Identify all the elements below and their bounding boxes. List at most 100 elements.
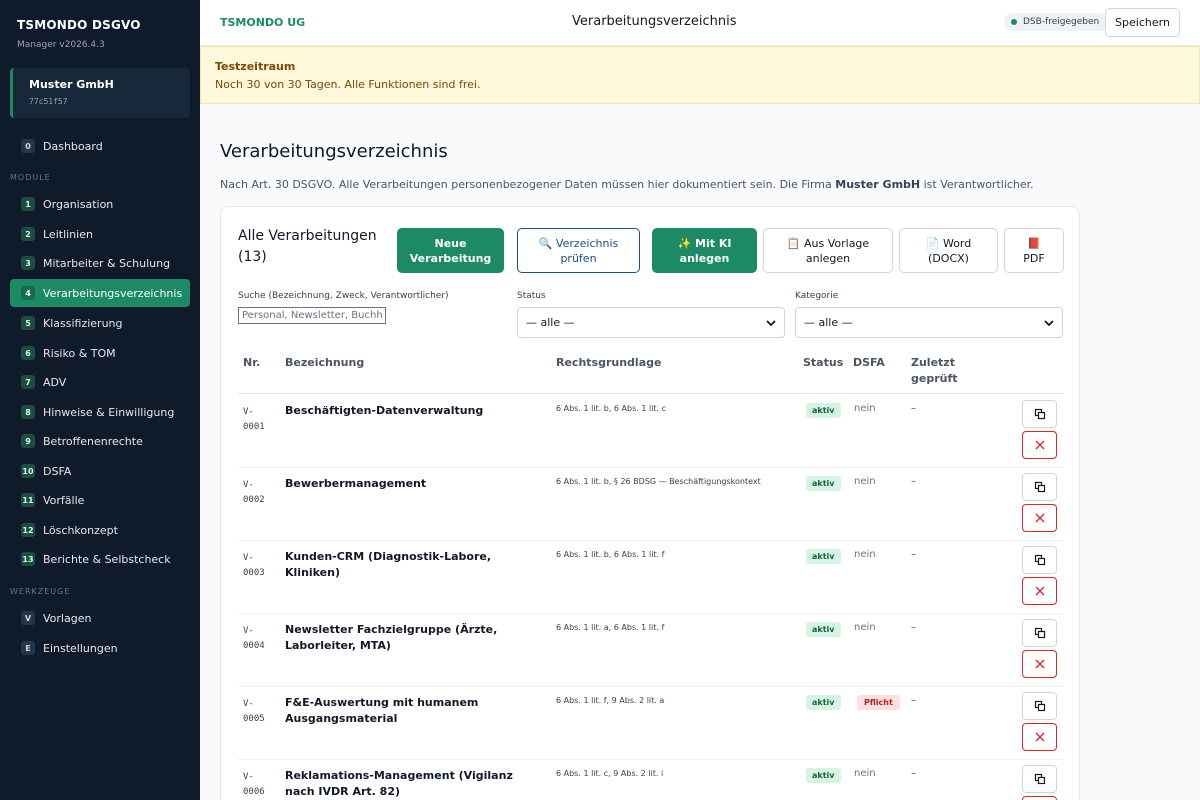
duplicate-button[interactable] (1022, 619, 1057, 647)
row-name[interactable]: Kunden-CRM (Diagnostik-Labore, Kliniken) (285, 549, 545, 581)
org-switcher[interactable]: Muster GmbH 77c51f57 (10, 68, 190, 118)
dsb-status-badge: DSB-freigegeben (1004, 13, 1109, 31)
delete-button[interactable] (1022, 577, 1057, 605)
processing-card: Alle Verarbeitungen (13) Neue Verarbeitu… (220, 206, 1080, 800)
row-last-checked: – (911, 768, 916, 779)
sidebar-item-vorlagen[interactable]: V Vorlagen (10, 604, 190, 632)
desc-company: Muster GmbH (835, 178, 921, 191)
desc-suffix: ist Verantwortlicher. (923, 178, 1034, 191)
row-name[interactable]: Newsletter Fachzielgruppe (Ärzte, Laborl… (285, 622, 545, 654)
row-legal-basis: 6 Abs. 1 lit. b, 6 Abs. 1 lit. f (556, 550, 665, 559)
table-row: V-0002 Bewerbermanagement 6 Abs. 1 lit. … (238, 468, 1064, 541)
column-header-name: Bezeichnung (285, 356, 365, 369)
delete-button[interactable] (1022, 431, 1057, 459)
status-filter-select[interactable]: — alle — (517, 307, 785, 338)
sidebar-item-label: Berichte & Selbstcheck (43, 552, 171, 566)
sidebar-item-label: Mitarbeiter & Schulung (43, 256, 171, 270)
brand-title: TSMONDO DSGVO (17, 18, 141, 32)
button-label: 📄 Word (DOCX) (925, 236, 972, 265)
status-badge: aktiv (806, 476, 841, 491)
search-input[interactable] (238, 307, 386, 324)
sidebar-item-dsfa[interactable]: 10 DSFA (10, 457, 190, 485)
sidebar-item-einstellungen[interactable]: E Einstellungen (10, 634, 190, 662)
chevron-down-icon (1044, 319, 1054, 326)
nav-number: 9 (21, 434, 35, 448)
ai-create-button[interactable]: ✨ Mit KI anlegen (652, 228, 757, 273)
copy-icon (1034, 700, 1045, 712)
row-name[interactable]: Beschäftigten-Datenverwaltung (285, 403, 545, 419)
trial-title: Testzeitraum (215, 60, 296, 73)
nav-number: 11 (21, 493, 35, 507)
sidebar-item-hinweise[interactable]: 8 Hinweise & Einwilligung (10, 398, 190, 426)
sidebar-item-risiko-tom[interactable]: 6 Risiko & TOM (10, 339, 190, 367)
delete-button[interactable] (1022, 650, 1057, 678)
template-create-button[interactable]: 📋 Aus Vorlage anlegen (763, 228, 893, 273)
row-legal-basis: 6 Abs. 1 lit. a, 6 Abs. 1 lit. f (556, 623, 665, 632)
sidebar-item-dashboard[interactable]: 0 Dashboard (10, 132, 190, 160)
sidebar-item-klassifizierung[interactable]: 5 Klassifizierung (10, 309, 190, 337)
delete-button[interactable] (1022, 796, 1057, 800)
table-row: V-0005 F&E-Auswertung mit humanem Ausgan… (238, 687, 1064, 760)
row-number: V-0004 (243, 626, 265, 651)
check-register-button[interactable]: 🔍 Verzeichnis prüfen (517, 228, 640, 273)
export-word-button[interactable]: 📄 Word (DOCX) (899, 228, 998, 273)
save-button[interactable]: Speichern (1105, 8, 1180, 37)
status-filter-label: Status (517, 291, 546, 301)
delete-button[interactable] (1022, 723, 1057, 751)
status-badge: aktiv (806, 768, 841, 783)
page-description: Nach Art. 30 DSGVO. Alle Verarbeitungen … (220, 178, 1034, 191)
top-bar: TSMONDO UG Verarbeitungsverzeichnis DSB-… (200, 0, 1200, 46)
sidebar-item-mitarbeiter[interactable]: 3 Mitarbeiter & Schulung (10, 249, 190, 277)
duplicate-button[interactable] (1022, 692, 1057, 720)
nav-number: 1 (21, 197, 35, 211)
status-dot-icon (1011, 19, 1017, 25)
status-badge: aktiv (806, 549, 841, 564)
sidebar-item-label: Löschkonzept (43, 523, 118, 537)
column-header-last-checked: Zuletzt geprüft (911, 356, 958, 385)
search-label: Suche (Bezeichnung, Zweck, Verantwortlic… (238, 291, 449, 301)
sidebar-item-adv[interactable]: 7 ADV (10, 368, 190, 396)
badge-label: DSB-freigegeben (1023, 17, 1100, 27)
select-value: — alle — (804, 316, 853, 329)
sidebar-item-vorfaelle[interactable]: 11 Vorfälle (10, 486, 190, 514)
brand-version: Manager v2026.4.3 (17, 40, 105, 50)
sidebar-item-betroffenenrechte[interactable]: 9 Betroffenenrechte (10, 427, 190, 455)
row-name[interactable]: F&E-Auswertung mit humanem Ausgangsmater… (285, 695, 545, 727)
category-filter-select[interactable]: — alle — (795, 307, 1063, 338)
row-legal-basis: 6 Abs. 1 lit. f, 9 Abs. 2 lit. a (556, 696, 665, 705)
duplicate-button[interactable] (1022, 765, 1057, 793)
select-value: — alle — (526, 316, 575, 329)
export-pdf-button[interactable]: 📕 PDF (1004, 228, 1064, 273)
row-dsfa: nein (854, 549, 876, 560)
sidebar-item-berichte[interactable]: 13 Berichte & Selbstcheck (10, 545, 190, 573)
copy-icon (1034, 408, 1045, 420)
sidebar-item-label: Verarbeitungsverzeichnis (43, 286, 183, 300)
chevron-down-icon (766, 319, 776, 326)
row-last-checked: – (911, 622, 916, 633)
row-last-checked: – (911, 695, 916, 706)
duplicate-button[interactable] (1022, 400, 1057, 428)
table-row: V-0006 Reklamations-Management (Vigilanz… (238, 760, 1064, 800)
status-badge: aktiv (806, 622, 841, 637)
sidebar-item-verarbeitungsverzeichnis[interactable]: 4 Verarbeitungsverzeichnis (10, 279, 190, 307)
row-last-checked: – (911, 476, 916, 487)
button-label: ✨ Mit KI anlegen (677, 236, 732, 265)
delete-button[interactable] (1022, 504, 1057, 532)
row-name[interactable]: Reklamations-Management (Vigilanz nach I… (285, 768, 545, 800)
section-label-module: MODULE (10, 173, 51, 182)
row-number: V-0006 (243, 772, 265, 797)
trial-banner: Testzeitraum Noch 30 von 30 Tagen. Alle … (200, 46, 1200, 104)
duplicate-button[interactable] (1022, 546, 1057, 574)
duplicate-button[interactable] (1022, 473, 1057, 501)
row-name[interactable]: Bewerbermanagement (285, 476, 545, 492)
nav-number: 3 (21, 256, 35, 270)
nav-number: 13 (21, 552, 35, 566)
desc-prefix: Nach Art. 30 DSGVO. Alle Verarbeitungen … (220, 178, 832, 191)
table-row: V-0004 Newsletter Fachzielgruppe (Ärzte,… (238, 614, 1064, 687)
sidebar-item-organisation[interactable]: 1 Organisation (10, 190, 190, 218)
new-processing-button[interactable]: Neue Verarbeitung (397, 228, 504, 273)
sidebar-item-loeschkonzept[interactable]: 12 Löschkonzept (10, 516, 190, 544)
sidebar-item-leitlinien[interactable]: 2 Leitlinien (10, 220, 190, 248)
nav-number: 2 (21, 227, 35, 241)
trial-text: Noch 30 von 30 Tagen. Alle Funktionen si… (215, 78, 481, 91)
